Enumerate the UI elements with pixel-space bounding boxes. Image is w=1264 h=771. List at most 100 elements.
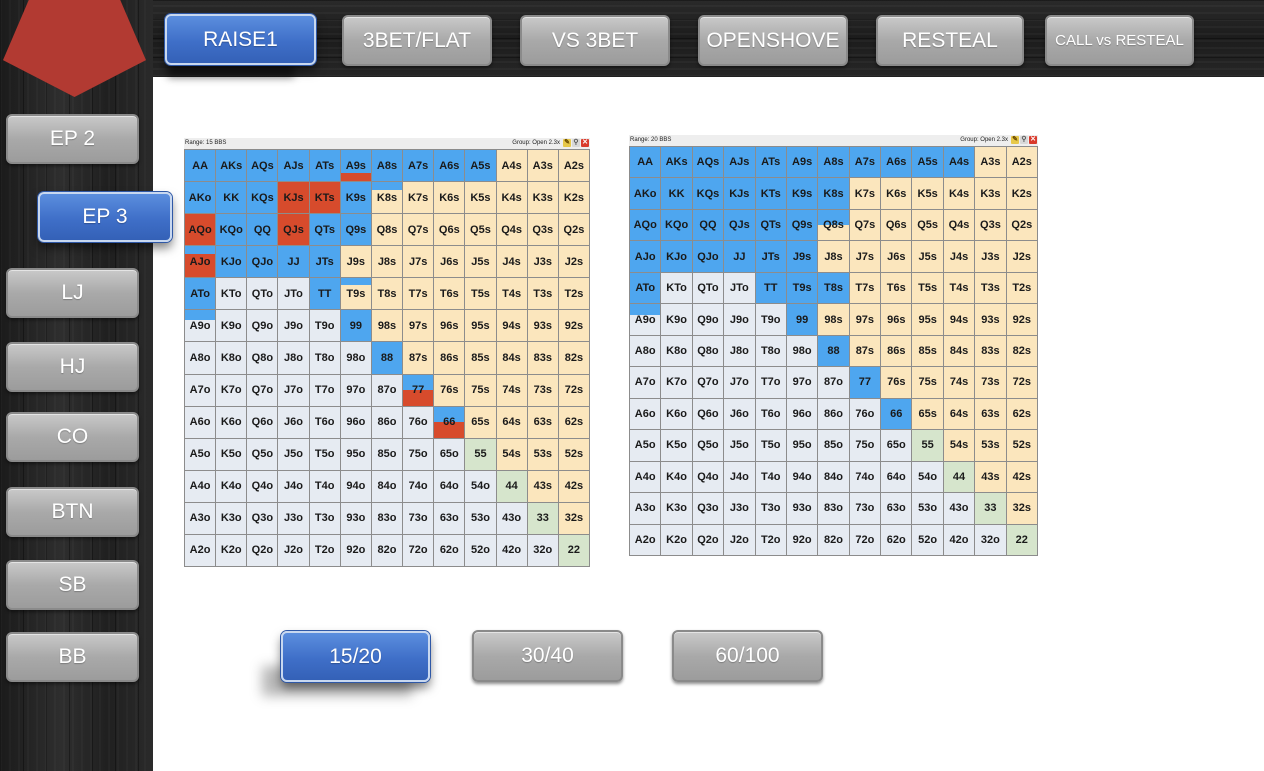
hand-cell[interactable]: A3o bbox=[630, 493, 661, 524]
hand-cell[interactable]: 64o bbox=[881, 461, 912, 493]
hand-cell[interactable]: A3s bbox=[975, 147, 1006, 178]
hand-cell[interactable]: J6o bbox=[724, 398, 755, 430]
hand-cell[interactable]: K5s bbox=[912, 178, 943, 209]
hand-cell[interactable]: AKs bbox=[216, 150, 247, 182]
hand-cell[interactable]: Q6s bbox=[881, 209, 912, 241]
hand-cell[interactable]: 82o bbox=[371, 534, 403, 566]
hand-cell[interactable]: T3o bbox=[755, 493, 786, 524]
hand-cell[interactable]: 84o bbox=[818, 461, 849, 493]
hand-cell[interactable]: Q9o bbox=[692, 304, 724, 335]
hand-cell[interactable]: J7o bbox=[278, 374, 309, 406]
stack-tab-30-40[interactable]: 30/40 bbox=[472, 630, 623, 682]
hand-cell[interactable]: A2s bbox=[558, 150, 589, 182]
hand-cell[interactable]: A6s bbox=[881, 147, 912, 178]
hand-cell[interactable]: T5s bbox=[912, 272, 943, 304]
hand-cell[interactable]: 72o bbox=[403, 534, 434, 566]
hand-cell[interactable]: J4o bbox=[278, 470, 309, 502]
hand-cell[interactable]: K2o bbox=[661, 524, 692, 555]
hand-cell[interactable]: 98o bbox=[786, 335, 818, 367]
hand-cell[interactable]: K7o bbox=[661, 367, 692, 398]
hand-cell[interactable]: 42o bbox=[496, 534, 527, 566]
hand-cell[interactable]: 85s bbox=[912, 335, 943, 367]
hand-cell[interactable]: KQs bbox=[692, 178, 724, 209]
hand-cell[interactable]: K6s bbox=[881, 178, 912, 209]
hand-cell[interactable]: KQo bbox=[661, 209, 692, 241]
hand-cell[interactable]: A5s bbox=[465, 150, 496, 182]
hand-cell[interactable]: ATo bbox=[630, 272, 661, 304]
hand-cell[interactable]: J4o bbox=[724, 461, 755, 493]
hand-cell[interactable]: 44 bbox=[943, 461, 975, 493]
hand-cell[interactable]: Q7s bbox=[849, 209, 881, 241]
hand-cell[interactable]: QTs bbox=[755, 209, 786, 241]
hand-cell[interactable]: J3o bbox=[724, 493, 755, 524]
hand-cell[interactable]: 43s bbox=[527, 470, 558, 502]
hand-cell[interactable]: J5s bbox=[912, 241, 943, 272]
pencil-icon[interactable]: ✎ bbox=[563, 139, 571, 147]
hand-cell[interactable]: J7s bbox=[403, 246, 434, 278]
hand-cell[interactable]: Q3s bbox=[975, 209, 1006, 241]
hand-cell[interactable]: AJo bbox=[630, 241, 661, 272]
hand-cell[interactable]: A5o bbox=[185, 438, 216, 470]
tab-openshove[interactable]: OPENSHOVE bbox=[698, 15, 848, 66]
hand-cell[interactable]: T7o bbox=[309, 374, 340, 406]
hand-cell[interactable]: Q6o bbox=[692, 398, 724, 430]
hand-cell[interactable]: T3s bbox=[527, 278, 558, 310]
hand-cell[interactable]: A9s bbox=[786, 147, 818, 178]
hand-cell[interactable]: JJ bbox=[278, 246, 309, 278]
hand-cell[interactable]: 62s bbox=[1006, 398, 1037, 430]
hand-cell[interactable]: 52s bbox=[1006, 430, 1037, 461]
hand-cell[interactable]: A4o bbox=[185, 470, 216, 502]
hand-cell[interactable]: A2o bbox=[185, 534, 216, 566]
hand-cell[interactable]: KQs bbox=[247, 182, 278, 214]
hand-cell[interactable]: J5o bbox=[278, 438, 309, 470]
hand-cell[interactable]: J4s bbox=[943, 241, 975, 272]
hand-cell[interactable]: 65o bbox=[434, 438, 465, 470]
hand-cell[interactable]: QQ bbox=[692, 209, 724, 241]
hand-cell[interactable]: A8s bbox=[371, 150, 403, 182]
position-button-lj[interactable]: LJ bbox=[6, 268, 139, 318]
hand-cell[interactable]: 94s bbox=[496, 310, 527, 342]
hand-cell[interactable]: T9s bbox=[340, 278, 371, 310]
hand-cell[interactable]: 44 bbox=[496, 470, 527, 502]
hand-cell[interactable]: 75o bbox=[849, 430, 881, 461]
hand-cell[interactable]: K5s bbox=[465, 182, 496, 214]
hand-cell[interactable]: K6o bbox=[661, 398, 692, 430]
hand-cell[interactable]: 83o bbox=[371, 502, 403, 534]
hand-cell[interactable]: 96s bbox=[434, 310, 465, 342]
hand-cell[interactable]: QTs bbox=[309, 214, 340, 246]
hand-cell[interactable]: Q8o bbox=[692, 335, 724, 367]
hand-cell[interactable]: 52o bbox=[465, 534, 496, 566]
hand-cell[interactable]: A3s bbox=[527, 150, 558, 182]
hand-cell[interactable]: TT bbox=[309, 278, 340, 310]
position-button-btn[interactable]: BTN bbox=[6, 487, 139, 537]
hand-cell[interactable]: 64s bbox=[496, 406, 527, 438]
hand-cell[interactable]: A7s bbox=[849, 147, 881, 178]
hand-cell[interactable]: J6s bbox=[434, 246, 465, 278]
hand-cell[interactable]: JTs bbox=[309, 246, 340, 278]
close-icon[interactable]: ✕ bbox=[1029, 136, 1037, 144]
hand-cell[interactable]: 22 bbox=[1006, 524, 1037, 555]
hand-cell[interactable]: 66 bbox=[881, 398, 912, 430]
hand-cell[interactable]: Q8o bbox=[247, 342, 278, 374]
hand-cell[interactable]: J3s bbox=[975, 241, 1006, 272]
hand-cell[interactable]: K7o bbox=[216, 374, 247, 406]
hand-cell[interactable]: T2s bbox=[558, 278, 589, 310]
hand-cell[interactable]: T8o bbox=[309, 342, 340, 374]
hand-cell[interactable]: 95o bbox=[340, 438, 371, 470]
hand-cell[interactable]: QJs bbox=[724, 209, 755, 241]
wand-icon[interactable]: ⚲ bbox=[572, 139, 580, 147]
hand-cell[interactable]: K7s bbox=[403, 182, 434, 214]
hand-cell[interactable]: J8s bbox=[818, 241, 849, 272]
hand-cell[interactable]: 53s bbox=[527, 438, 558, 470]
hand-cell[interactable]: K2o bbox=[216, 534, 247, 566]
tab-vs-3bet[interactable]: VS 3BET bbox=[520, 15, 670, 66]
hand-cell[interactable]: J2s bbox=[1006, 241, 1037, 272]
stack-tab-15-20[interactable]: 15/20 bbox=[281, 631, 430, 682]
hand-cell[interactable]: AKs bbox=[661, 147, 692, 178]
hand-cell[interactable]: K4o bbox=[216, 470, 247, 502]
hand-cell[interactable]: 65s bbox=[912, 398, 943, 430]
hand-cell[interactable]: 55 bbox=[912, 430, 943, 461]
hand-cell[interactable]: Q4s bbox=[496, 214, 527, 246]
hand-cell[interactable]: Q4s bbox=[943, 209, 975, 241]
hand-cell[interactable]: J8o bbox=[278, 342, 309, 374]
